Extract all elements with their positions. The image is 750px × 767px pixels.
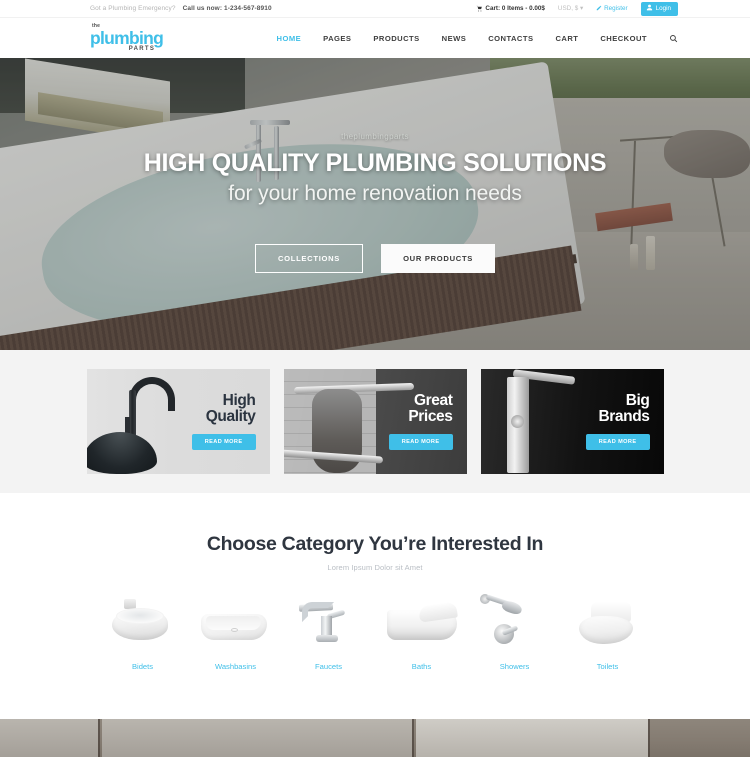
promo-title: Great Prices — [408, 391, 453, 425]
category-label: Faucets — [314, 662, 342, 671]
login-label: Login — [655, 5, 671, 12]
category-label: Washbasins — [214, 662, 257, 671]
promo-read-more-button[interactable]: READ MORE — [585, 434, 650, 451]
site-header: the plumbing PARTS HOME PAGES PRODUCTS N… — [0, 18, 750, 58]
nav-item-contacts[interactable]: CONTACTS — [488, 34, 533, 43]
search-icon[interactable] — [669, 34, 678, 43]
category-item-bidets[interactable]: Bidets — [96, 588, 189, 671]
hero-kicker: theplumbingparts — [341, 132, 409, 141]
user-icon — [646, 4, 653, 13]
emergency-text: Got a Plumbing Emergency? — [90, 5, 176, 12]
category-list: Bidets Washbasins Faucets Baths Showers … — [0, 588, 750, 671]
main-navigation: HOME PAGES PRODUCTS NEWS CONTACTS CART C… — [277, 34, 678, 43]
register-link[interactable]: Register — [596, 5, 628, 13]
category-item-toilets[interactable]: Toilets — [561, 588, 654, 671]
promo-read-more-button[interactable]: READ MORE — [191, 434, 256, 451]
category-section-title: Choose Category You’re Interested In — [206, 533, 544, 555]
category-label: Showers — [499, 662, 530, 671]
shower-icon — [472, 588, 558, 650]
next-section-preview — [0, 708, 750, 757]
nav-item-home[interactable]: HOME — [277, 34, 302, 43]
nav-item-checkout[interactable]: CHECKOUT — [600, 34, 647, 43]
hero-heading: HIGH QUALITY PLUMBING SOLUTIONS — [143, 149, 607, 177]
top-bar: Got a Plumbing Emergency? Call us now: 1… — [0, 0, 750, 18]
logo-parts-text: PARTS — [128, 46, 156, 53]
bathroom-photo-strip — [0, 719, 750, 757]
site-logo[interactable]: the plumbing PARTS — [90, 23, 164, 53]
category-item-baths[interactable]: Baths — [375, 588, 468, 671]
nav-item-cart[interactable]: CART — [555, 34, 578, 43]
category-item-faucets[interactable]: Faucets — [282, 588, 375, 671]
category-section-subtitle: Lorem Ipsum Dolor sit Amet — [327, 563, 423, 572]
nav-item-pages[interactable]: PAGES — [323, 34, 351, 43]
promo-read-more-button[interactable]: READ MORE — [388, 434, 453, 451]
currency-selector[interactable]: USD, $ ▾ — [558, 5, 583, 12]
logo-main-text: plumbing — [90, 27, 164, 48]
cart-icon — [476, 5, 483, 12]
category-label: Toilets — [596, 662, 619, 671]
pencil-icon — [596, 5, 602, 13]
currency-label: USD, $ — [557, 5, 579, 12]
nav-item-news[interactable]: NEWS — [442, 34, 467, 43]
promo-title: Big Brands — [598, 391, 650, 425]
promo-strip: High Quality READ MORE Great Prices READ… — [0, 350, 750, 493]
page-root: Got a Plumbing Emergency? Call us now: 1… — [0, 0, 750, 767]
category-label: Baths — [411, 662, 432, 671]
hero-buttons: COLLECTIONS OUR PRODUCTS — [254, 244, 496, 273]
hero-subheading: for your home renovation needs — [228, 182, 522, 205]
call-now-text: Call us now: 1-234-567-8910 — [182, 5, 272, 12]
promo-card-big-brands[interactable]: Big Brands READ MORE — [480, 369, 664, 474]
top-bar-right: Cart: 0 Items - 0.00$ USD, $ ▾ Register … — [476, 1, 678, 16]
collections-button[interactable]: COLLECTIONS — [254, 244, 364, 273]
hero-content: theplumbingparts HIGH QUALITY PLUMBING S… — [0, 58, 750, 350]
top-bar-left: Got a Plumbing Emergency? Call us now: 1… — [90, 5, 272, 12]
category-section: Choose Category You’re Interested In Lor… — [0, 493, 750, 708]
promo-card-high-quality[interactable]: High Quality READ MORE — [86, 369, 270, 474]
register-label: Register — [604, 5, 628, 12]
washbasin-icon — [193, 588, 279, 650]
bath-icon — [379, 588, 465, 650]
login-button[interactable]: Login — [640, 1, 678, 16]
nav-item-products[interactable]: PRODUCTS — [373, 34, 419, 43]
faucet-icon — [286, 588, 372, 650]
our-products-button[interactable]: OUR PRODUCTS — [381, 244, 496, 273]
category-label: Bidets — [131, 662, 154, 671]
hero-banner: theplumbingparts HIGH QUALITY PLUMBING S… — [0, 58, 750, 350]
category-item-washbasins[interactable]: Washbasins — [189, 588, 282, 671]
promo-card-great-prices[interactable]: Great Prices READ MORE — [283, 369, 467, 474]
promo-title: High Quality — [205, 391, 256, 425]
toilet-icon — [565, 588, 651, 650]
category-item-showers[interactable]: Showers — [468, 588, 561, 671]
cart-summary[interactable]: Cart: 0 Items - 0.00$ — [476, 5, 545, 12]
bidet-icon — [100, 588, 186, 650]
chevron-down-icon: ▾ — [579, 5, 584, 12]
cart-label: Cart: 0 Items - 0.00$ — [485, 5, 545, 12]
